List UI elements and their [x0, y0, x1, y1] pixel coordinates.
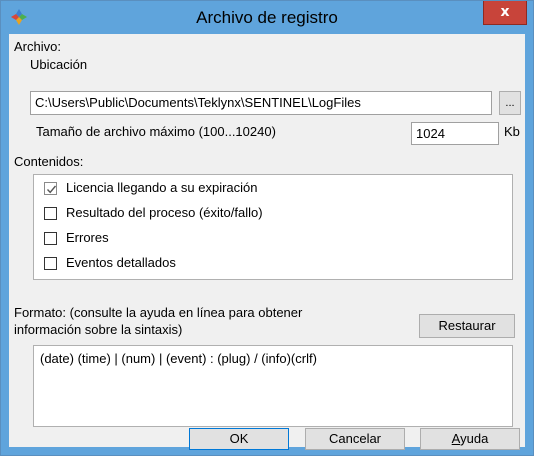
checkbox-icon[interactable] — [44, 207, 57, 220]
max-size-input[interactable]: 1024 — [411, 122, 499, 145]
format-label-line1: Formato: (consulte la ayuda en línea par… — [14, 305, 303, 320]
format-label-line2: información sobre la sintaxis) — [14, 322, 183, 337]
close-button[interactable]: x — [483, 1, 527, 25]
location-label: Ubicación — [30, 57, 88, 72]
checkbox-icon[interactable] — [44, 232, 57, 245]
file-section-label: Archivo: — [14, 39, 61, 54]
size-unit-label: Kb — [504, 124, 520, 139]
contents-section-label: Contenidos: — [14, 154, 84, 169]
cancel-button[interactable]: Cancelar — [305, 428, 405, 450]
help-label-rest: yuda — [460, 431, 489, 446]
ok-button[interactable]: OK — [189, 428, 289, 450]
checkbox-icon[interactable] — [44, 257, 57, 270]
dialog-window: Archivo de registro x Archivo: Ubicación… — [0, 0, 534, 456]
title-bar[interactable]: Archivo de registro x — [1, 1, 533, 34]
contents-list: Licencia llegando a su expiración Result… — [33, 174, 513, 280]
checkbox-label: Eventos detallados — [66, 255, 176, 270]
dialog-body: Archivo: Ubicación C:\Users\Public\Docum… — [9, 34, 525, 450]
browse-button[interactable]: ... — [499, 91, 521, 115]
format-textarea[interactable]: (date) (time) | (num) | (event) : (plug)… — [33, 345, 513, 427]
checkbox-label: Resultado del proceso (éxito/fallo) — [66, 205, 263, 220]
help-accelerator: A — [451, 431, 461, 446]
checked-checkbox-icon[interactable] — [44, 182, 57, 195]
help-button[interactable]: Ayuda — [420, 428, 520, 450]
reset-button[interactable]: Restaurar — [419, 314, 515, 338]
max-size-label: Tamaño de archivo máximo (100...10240) — [36, 124, 276, 139]
location-input[interactable]: C:\Users\Public\Documents\Teklynx\SENTIN… — [30, 91, 492, 115]
checkbox-label: Licencia llegando a su expiración — [66, 180, 258, 195]
checkbox-label: Errores — [66, 230, 109, 245]
window-title: Archivo de registro — [196, 8, 338, 27]
